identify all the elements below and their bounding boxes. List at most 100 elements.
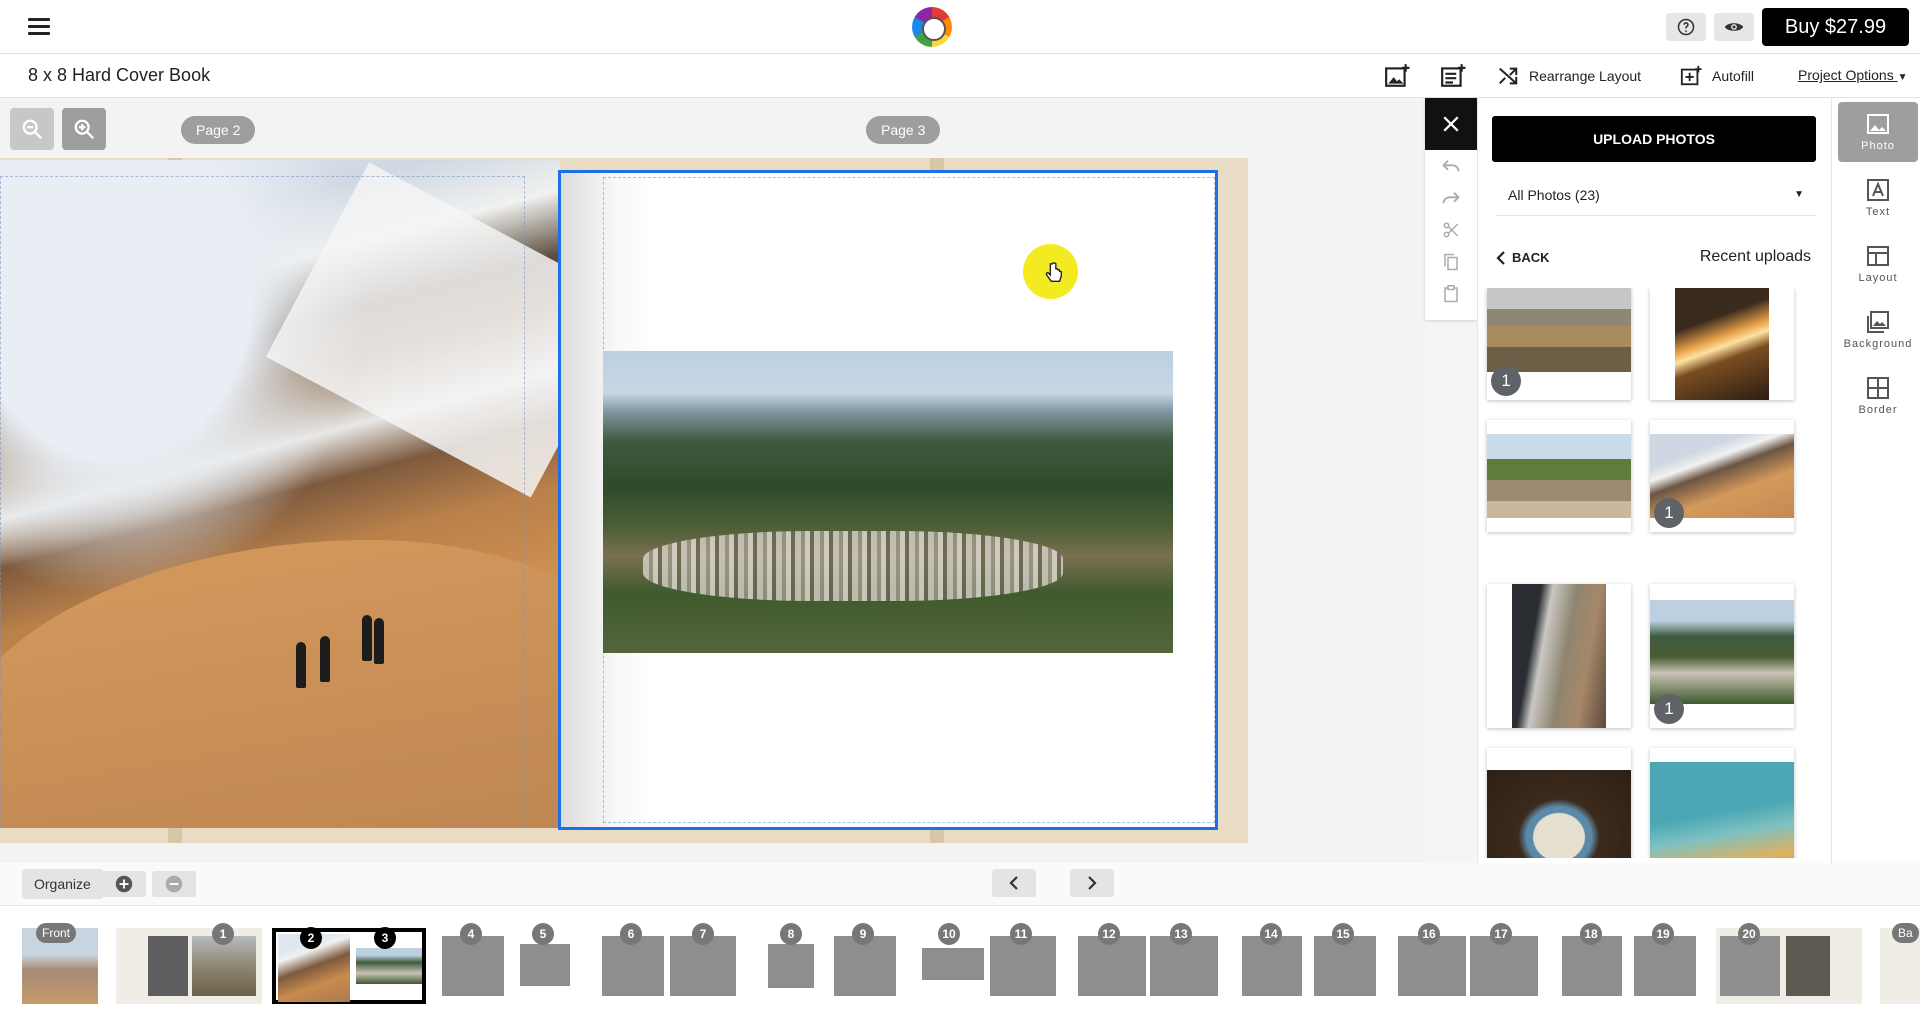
tab-border[interactable]: Border bbox=[1838, 366, 1918, 426]
clipboard-icon bbox=[1444, 285, 1458, 303]
back-label: BACK bbox=[1512, 250, 1550, 265]
right-page-selected[interactable] bbox=[558, 170, 1218, 830]
spread-thumbnail[interactable]: 6 7 bbox=[596, 923, 742, 1004]
photo-thumbnail[interactable] bbox=[1650, 288, 1794, 400]
photo-thumbnail[interactable]: 1 bbox=[1650, 584, 1794, 728]
redo-button[interactable] bbox=[1425, 182, 1477, 214]
page-label-left: Page 2 bbox=[181, 116, 256, 144]
cursor-highlight bbox=[1023, 244, 1078, 299]
spread-thumbnail[interactable]: 12 13 bbox=[1076, 923, 1222, 1004]
add-page-icon[interactable] bbox=[1440, 63, 1466, 89]
copy-icon bbox=[1444, 253, 1458, 271]
copy-button[interactable] bbox=[1425, 246, 1477, 278]
paste-button[interactable] bbox=[1425, 278, 1477, 310]
autofill-button[interactable]: Autofill bbox=[1680, 62, 1754, 90]
page-number-badge: 13 bbox=[1170, 923, 1192, 945]
side-tabs: Photo Text Layout Background Border bbox=[1831, 98, 1920, 863]
page-number-badge: 10 bbox=[938, 923, 960, 945]
left-page-photo[interactable] bbox=[0, 160, 560, 828]
add-page-button[interactable] bbox=[102, 871, 146, 897]
spread-thumbnail[interactable]: 10 11 bbox=[916, 923, 1062, 1004]
minus-circle-icon bbox=[165, 875, 183, 893]
buy-button[interactable]: Buy $27.99 bbox=[1762, 8, 1909, 46]
app-logo bbox=[912, 7, 952, 47]
page-number-badge: 19 bbox=[1652, 923, 1674, 945]
page-controls: Organize bbox=[0, 863, 1920, 905]
remove-page-button[interactable] bbox=[152, 871, 196, 897]
spread-thumbnail[interactable]: 14 15 bbox=[1236, 923, 1382, 1004]
usage-count-badge: 1 bbox=[1491, 366, 1521, 396]
tab-photo-label: Photo bbox=[1861, 140, 1895, 152]
spread-thumbnail-selected[interactable]: 2 3 bbox=[272, 927, 426, 1004]
back-cover-thumbnail[interactable]: Ba bbox=[1880, 923, 1920, 1004]
photo-thumbnail[interactable]: 1 bbox=[1650, 420, 1794, 532]
hamburger-icon[interactable] bbox=[28, 18, 50, 36]
chevron-left-icon bbox=[1009, 876, 1018, 890]
spread-thumbnail[interactable]: 18 19 bbox=[1556, 923, 1702, 1004]
tab-layout[interactable]: Layout bbox=[1838, 234, 1918, 294]
photo-filter-select[interactable]: All Photos (23) ▼ bbox=[1496, 174, 1816, 216]
project-toolbar: 8 x 8 Hard Cover Book Rearrange Layout A… bbox=[0, 54, 1920, 98]
photo-thumbnail[interactable] bbox=[1487, 584, 1631, 728]
undo-icon bbox=[1442, 160, 1460, 172]
undo-button[interactable] bbox=[1425, 150, 1477, 182]
spread-thumbnail[interactable]: 1 bbox=[116, 923, 262, 1004]
page-number-badge: 3 bbox=[374, 927, 396, 949]
border-icon bbox=[1867, 377, 1889, 399]
spread-thumbnail[interactable]: 8 9 bbox=[756, 923, 902, 1004]
spread-thumbnail[interactable]: 4 5 bbox=[436, 923, 582, 1004]
usage-count-badge: 1 bbox=[1654, 694, 1684, 724]
page-number-badge: 12 bbox=[1098, 923, 1120, 945]
page-number-badge: 9 bbox=[852, 923, 874, 945]
close-panel-button[interactable] bbox=[1425, 98, 1477, 150]
redo-icon bbox=[1442, 192, 1460, 204]
edit-tools-column bbox=[1425, 98, 1477, 320]
tab-background-label: Background bbox=[1843, 338, 1913, 350]
tab-text[interactable]: Text bbox=[1838, 168, 1918, 228]
next-page-button[interactable] bbox=[1070, 869, 1114, 897]
caret-down-icon: ▼ bbox=[1897, 72, 1908, 83]
spread-thumbnail[interactable]: 20 bbox=[1716, 923, 1862, 1004]
photo-icon bbox=[1867, 114, 1889, 134]
layout-icon bbox=[1867, 246, 1889, 266]
photo-thumbnail[interactable] bbox=[1650, 748, 1794, 858]
front-cover-thumbnail[interactable]: Front bbox=[22, 923, 98, 1004]
page-number-badge: 17 bbox=[1490, 923, 1512, 945]
top-bar: Buy $27.99 bbox=[0, 0, 1920, 54]
photo-thumbnail[interactable] bbox=[1487, 748, 1631, 858]
photo-thumbnail[interactable]: 1 bbox=[1487, 288, 1631, 400]
usage-count-badge: 1 bbox=[1654, 498, 1684, 528]
page-number-badge: 16 bbox=[1418, 923, 1440, 945]
project-title: 8 x 8 Hard Cover Book bbox=[28, 65, 211, 85]
zoom-out-icon bbox=[22, 119, 42, 139]
preview-button[interactable] bbox=[1714, 13, 1754, 41]
photo-thumbnail-grid: 1 1 1 bbox=[1478, 288, 1832, 858]
front-badge: Front bbox=[36, 923, 77, 943]
chevron-left-icon bbox=[1496, 250, 1505, 265]
spread-thumbnail[interactable]: 16 17 bbox=[1396, 923, 1542, 1004]
tab-border-label: Border bbox=[1858, 404, 1898, 416]
hand-pointer-icon bbox=[1045, 262, 1063, 283]
rearrange-layout-button[interactable]: Rearrange Layout bbox=[1497, 62, 1641, 90]
page-number-badge: 20 bbox=[1738, 923, 1760, 945]
back-link[interactable]: BACK bbox=[1496, 250, 1550, 265]
page-number-badge: 8 bbox=[780, 923, 802, 945]
cut-button[interactable] bbox=[1425, 214, 1477, 246]
help-button[interactable] bbox=[1666, 13, 1706, 41]
zoom-in-icon bbox=[74, 119, 94, 139]
page-number-badge: 7 bbox=[692, 923, 714, 945]
tab-text-label: Text bbox=[1865, 206, 1891, 218]
right-page-photo[interactable] bbox=[603, 351, 1173, 653]
autofill-icon bbox=[1680, 65, 1702, 86]
organize-button[interactable]: Organize bbox=[22, 869, 103, 899]
project-options-dropdown[interactable]: Project Options ▼ bbox=[1798, 67, 1908, 83]
prev-page-button[interactable] bbox=[992, 869, 1036, 897]
upload-photos-button[interactable]: UPLOAD PHOTOS bbox=[1492, 116, 1816, 162]
tab-background[interactable]: Background bbox=[1838, 300, 1918, 360]
photo-thumbnail[interactable] bbox=[1487, 420, 1631, 532]
add-photo-icon[interactable] bbox=[1384, 63, 1410, 89]
tab-photo[interactable]: Photo bbox=[1838, 102, 1918, 162]
zoom-in-button[interactable] bbox=[62, 108, 106, 150]
zoom-out-button[interactable] bbox=[10, 108, 54, 150]
text-icon bbox=[1867, 179, 1889, 201]
